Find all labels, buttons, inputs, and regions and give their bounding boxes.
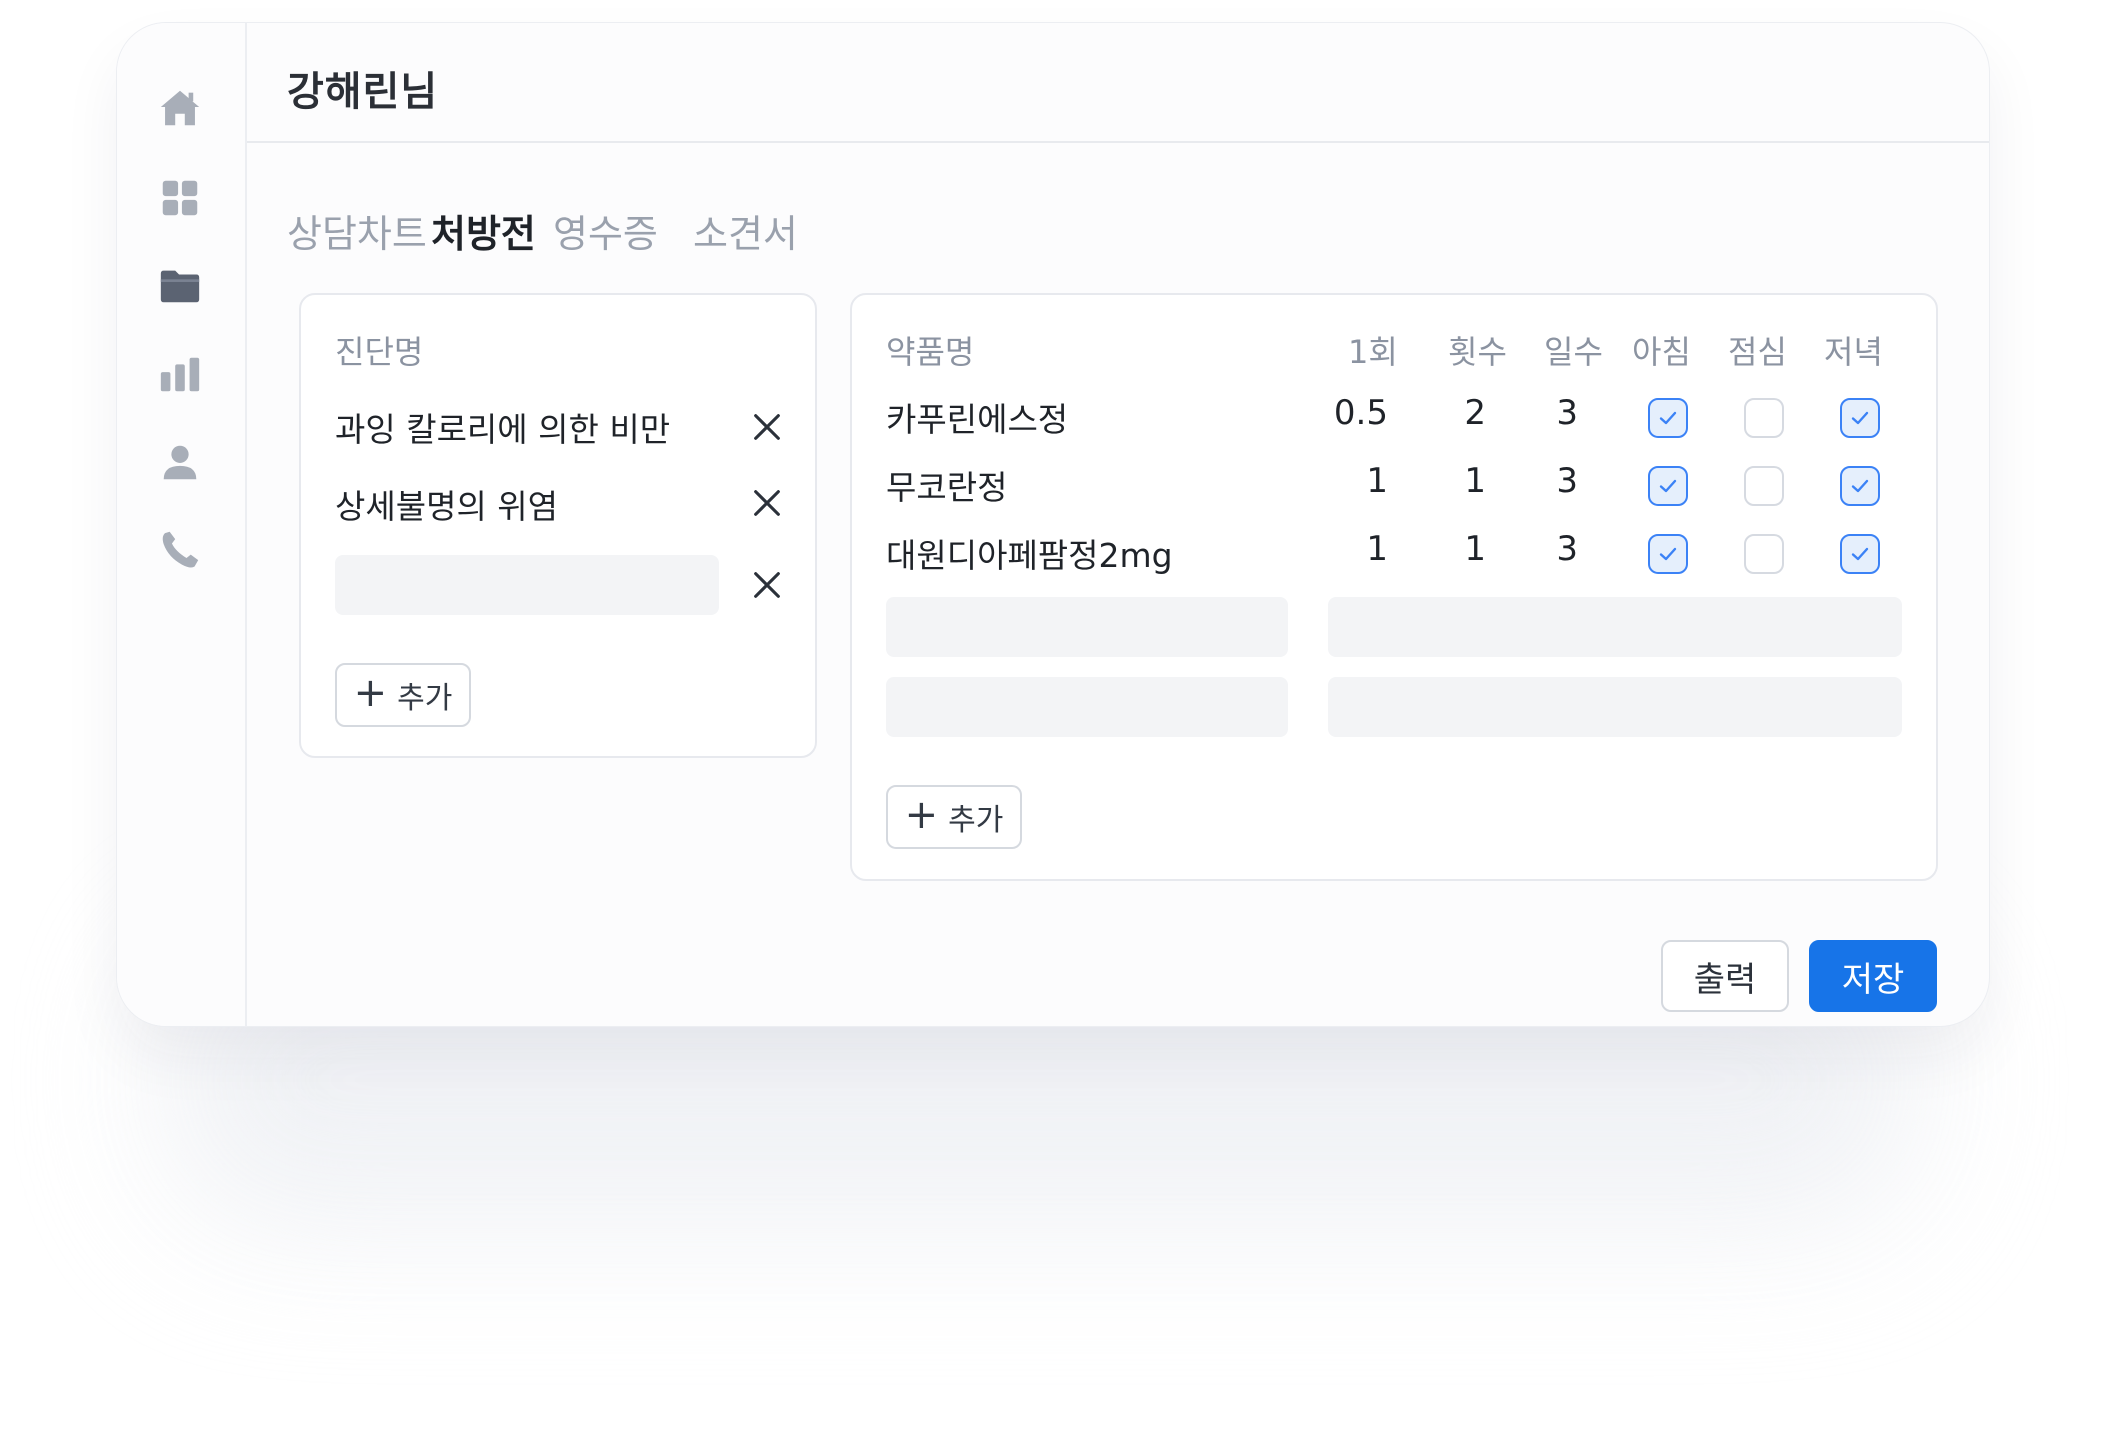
close-icon <box>754 572 780 598</box>
medication-name-header: 약품명 <box>886 333 975 371</box>
medication-detail-input[interactable] <box>1328 677 1902 737</box>
add-medication-button[interactable]: + 추가 <box>886 785 1022 849</box>
dose-header: 1회 <box>1348 333 1398 371</box>
times-value: 1 <box>1464 461 1486 501</box>
lunch-checkbox[interactable] <box>1744 466 1784 506</box>
diagnosis-input[interactable] <box>335 555 719 615</box>
morning-header: 아침 <box>1632 333 1691 371</box>
tab-consultation-chart[interactable]: 상담차트 <box>277 193 437 268</box>
app-stage: 강해린님 상담차트 처방전 영수증 소견서 진단명 과잉 칼로리에 의한 비만 … <box>0 0 2106 1436</box>
phone-icon[interactable] <box>155 525 205 575</box>
medication-name-input[interactable] <box>886 597 1288 657</box>
medication-detail-input[interactable] <box>1328 597 1902 657</box>
days-header: 일수 <box>1544 333 1603 371</box>
save-button[interactable]: 저장 <box>1809 940 1937 1012</box>
times-value: 2 <box>1464 393 1486 433</box>
chart-icon[interactable] <box>155 349 205 399</box>
remove-diagnosis-button[interactable] <box>747 565 787 605</box>
medication-name: 무코란정 <box>886 468 1008 507</box>
dose-value: 1 <box>1366 529 1388 569</box>
evening-checkbox[interactable] <box>1840 534 1880 574</box>
dose-value: 1 <box>1366 461 1388 501</box>
close-icon <box>754 490 780 516</box>
medication-panel: 약품명 1회 횟수 일수 아침 점심 저녁 카푸린에스정 0.5 2 3 무코란… <box>850 293 1938 881</box>
diagnosis-header: 진단명 <box>335 333 424 371</box>
times-value: 1 <box>1464 529 1486 569</box>
close-icon <box>754 414 780 440</box>
checkmark-icon <box>1851 547 1869 561</box>
header: 강해린님 <box>247 23 1989 143</box>
medication-name: 대원디아페팜정2mg <box>886 536 1173 575</box>
evening-checkbox[interactable] <box>1840 466 1880 506</box>
remove-diagnosis-button[interactable] <box>747 483 787 523</box>
medication-name: 카푸린에스정 <box>886 400 1069 439</box>
checkmark-icon <box>1659 479 1677 493</box>
add-diagnosis-button[interactable]: + 추가 <box>335 663 471 727</box>
diagnosis-item: 상세불명의 위염 <box>335 487 559 526</box>
morning-checkbox[interactable] <box>1648 466 1688 506</box>
tab-opinion[interactable]: 소견서 <box>683 193 808 268</box>
plus-icon: + <box>353 670 388 716</box>
checkmark-icon <box>1659 547 1677 561</box>
dose-value: 0.5 <box>1333 393 1388 433</box>
add-diagnosis-label: 추가 <box>397 681 453 716</box>
evening-checkbox[interactable] <box>1840 398 1880 438</box>
days-value: 3 <box>1556 393 1578 433</box>
diagnosis-panel: 진단명 과잉 칼로리에 의한 비만 상세불명의 위염 + 추가 <box>299 293 817 758</box>
checkmark-icon <box>1851 411 1869 425</box>
medication-name-input[interactable] <box>886 677 1288 737</box>
folder-icon[interactable] <box>155 261 205 311</box>
days-value: 3 <box>1556 529 1578 569</box>
prescription-card: 강해린님 상담차트 처방전 영수증 소견서 진단명 과잉 칼로리에 의한 비만 … <box>116 22 1990 1027</box>
lunch-header: 점심 <box>1728 333 1787 371</box>
tab-prescription[interactable]: 처방전 <box>421 193 546 268</box>
print-button[interactable]: 출력 <box>1661 940 1789 1012</box>
lunch-checkbox[interactable] <box>1744 398 1784 438</box>
checkmark-icon <box>1659 411 1677 425</box>
tab-receipt[interactable]: 영수증 <box>543 193 668 268</box>
lunch-checkbox[interactable] <box>1744 534 1784 574</box>
remove-diagnosis-button[interactable] <box>747 407 787 447</box>
days-value: 3 <box>1556 461 1578 501</box>
times-header: 횟수 <box>1448 333 1507 371</box>
home-icon[interactable] <box>155 83 205 133</box>
patient-title: 강해린님 <box>287 69 439 115</box>
dashboard-icon[interactable] <box>155 173 205 223</box>
checkmark-icon <box>1851 479 1869 493</box>
evening-header: 저녁 <box>1824 333 1883 371</box>
sidebar <box>117 23 247 1026</box>
add-medication-label: 추가 <box>948 803 1004 838</box>
morning-checkbox[interactable] <box>1648 398 1688 438</box>
diagnosis-item: 과잉 칼로리에 의한 비만 <box>335 410 671 449</box>
morning-checkbox[interactable] <box>1648 534 1688 574</box>
user-icon[interactable] <box>155 437 205 487</box>
plus-icon: + <box>904 792 939 838</box>
